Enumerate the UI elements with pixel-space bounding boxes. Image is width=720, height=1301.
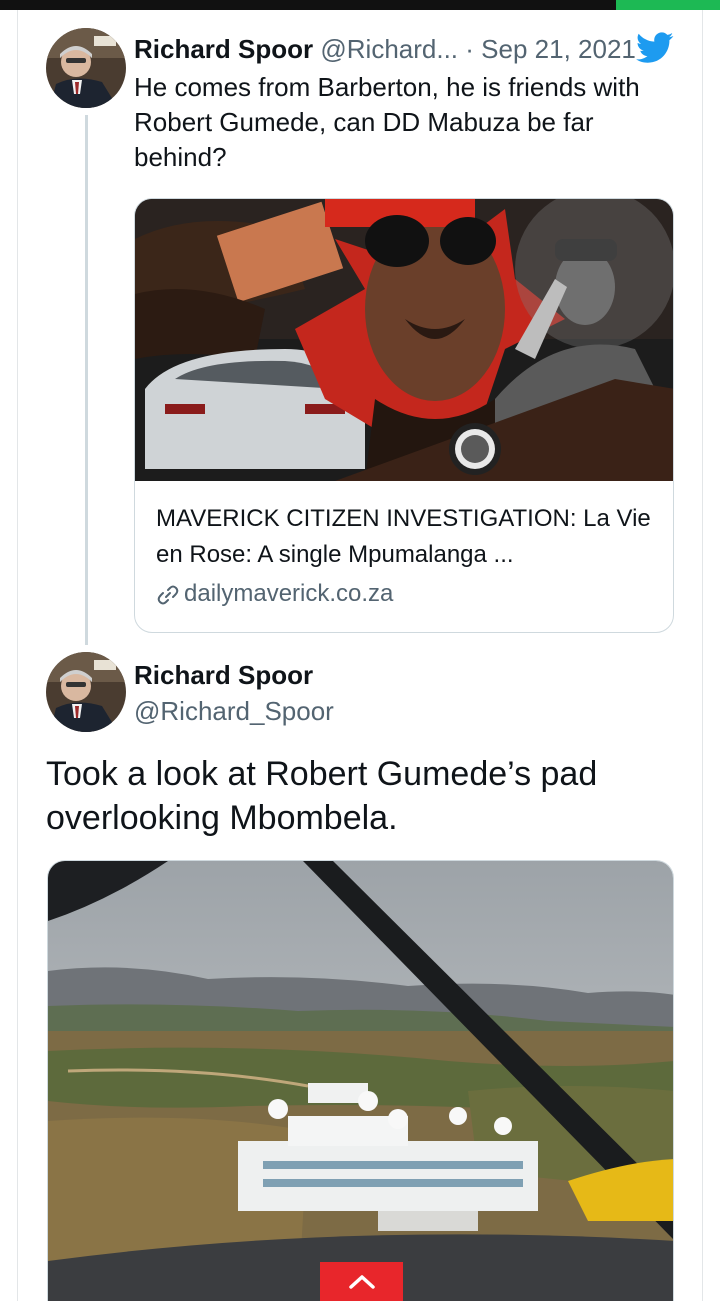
status-bar: [0, 0, 720, 10]
status-bar-accent: [616, 0, 720, 10]
link-card-domain-text: dailymaverick.co.za: [184, 580, 394, 607]
link-preview-image: [135, 199, 673, 481]
link-preview-card[interactable]: MAVERICK CITIZEN INVESTIGATION: La Vie e…: [134, 198, 674, 633]
author-handle[interactable]: @Richard...: [320, 34, 458, 64]
scroll-to-top-button[interactable]: [320, 1262, 403, 1301]
tweet-text: Took a look at Robert Gumede’s pad overl…: [46, 755, 598, 837]
author-name[interactable]: Richard Spoor: [134, 34, 313, 64]
tweet-photo[interactable]: [47, 860, 674, 1301]
twitter-bird-icon[interactable]: [636, 32, 674, 64]
author-name[interactable]: Richard Spoor: [134, 657, 313, 693]
aerial-photo: [48, 861, 673, 1301]
tweet-header: Richard Spoor @Richard... · Sep 21, 2021: [134, 30, 674, 68]
link-icon: [157, 585, 179, 605]
author-avatar[interactable]: [46, 652, 126, 732]
tweet-text: He comes from Barberton, he is friends w…: [134, 72, 640, 172]
thread-connector-line: [85, 115, 88, 645]
person-avatar-icon: [46, 28, 126, 108]
author-handle[interactable]: @Richard_Spoor: [134, 693, 334, 729]
chevron-up-icon: [348, 1274, 375, 1289]
link-card-title: MAVERICK CITIZEN INVESTIGATION: La Vie e…: [156, 505, 651, 568]
date-separator: ·: [465, 34, 474, 64]
link-card-domain: dailymaverick.co.za: [156, 576, 393, 612]
tweet-date[interactable]: Sep 21, 2021: [481, 34, 636, 64]
person-avatar-icon: [46, 652, 126, 732]
author-avatar[interactable]: [46, 28, 126, 108]
